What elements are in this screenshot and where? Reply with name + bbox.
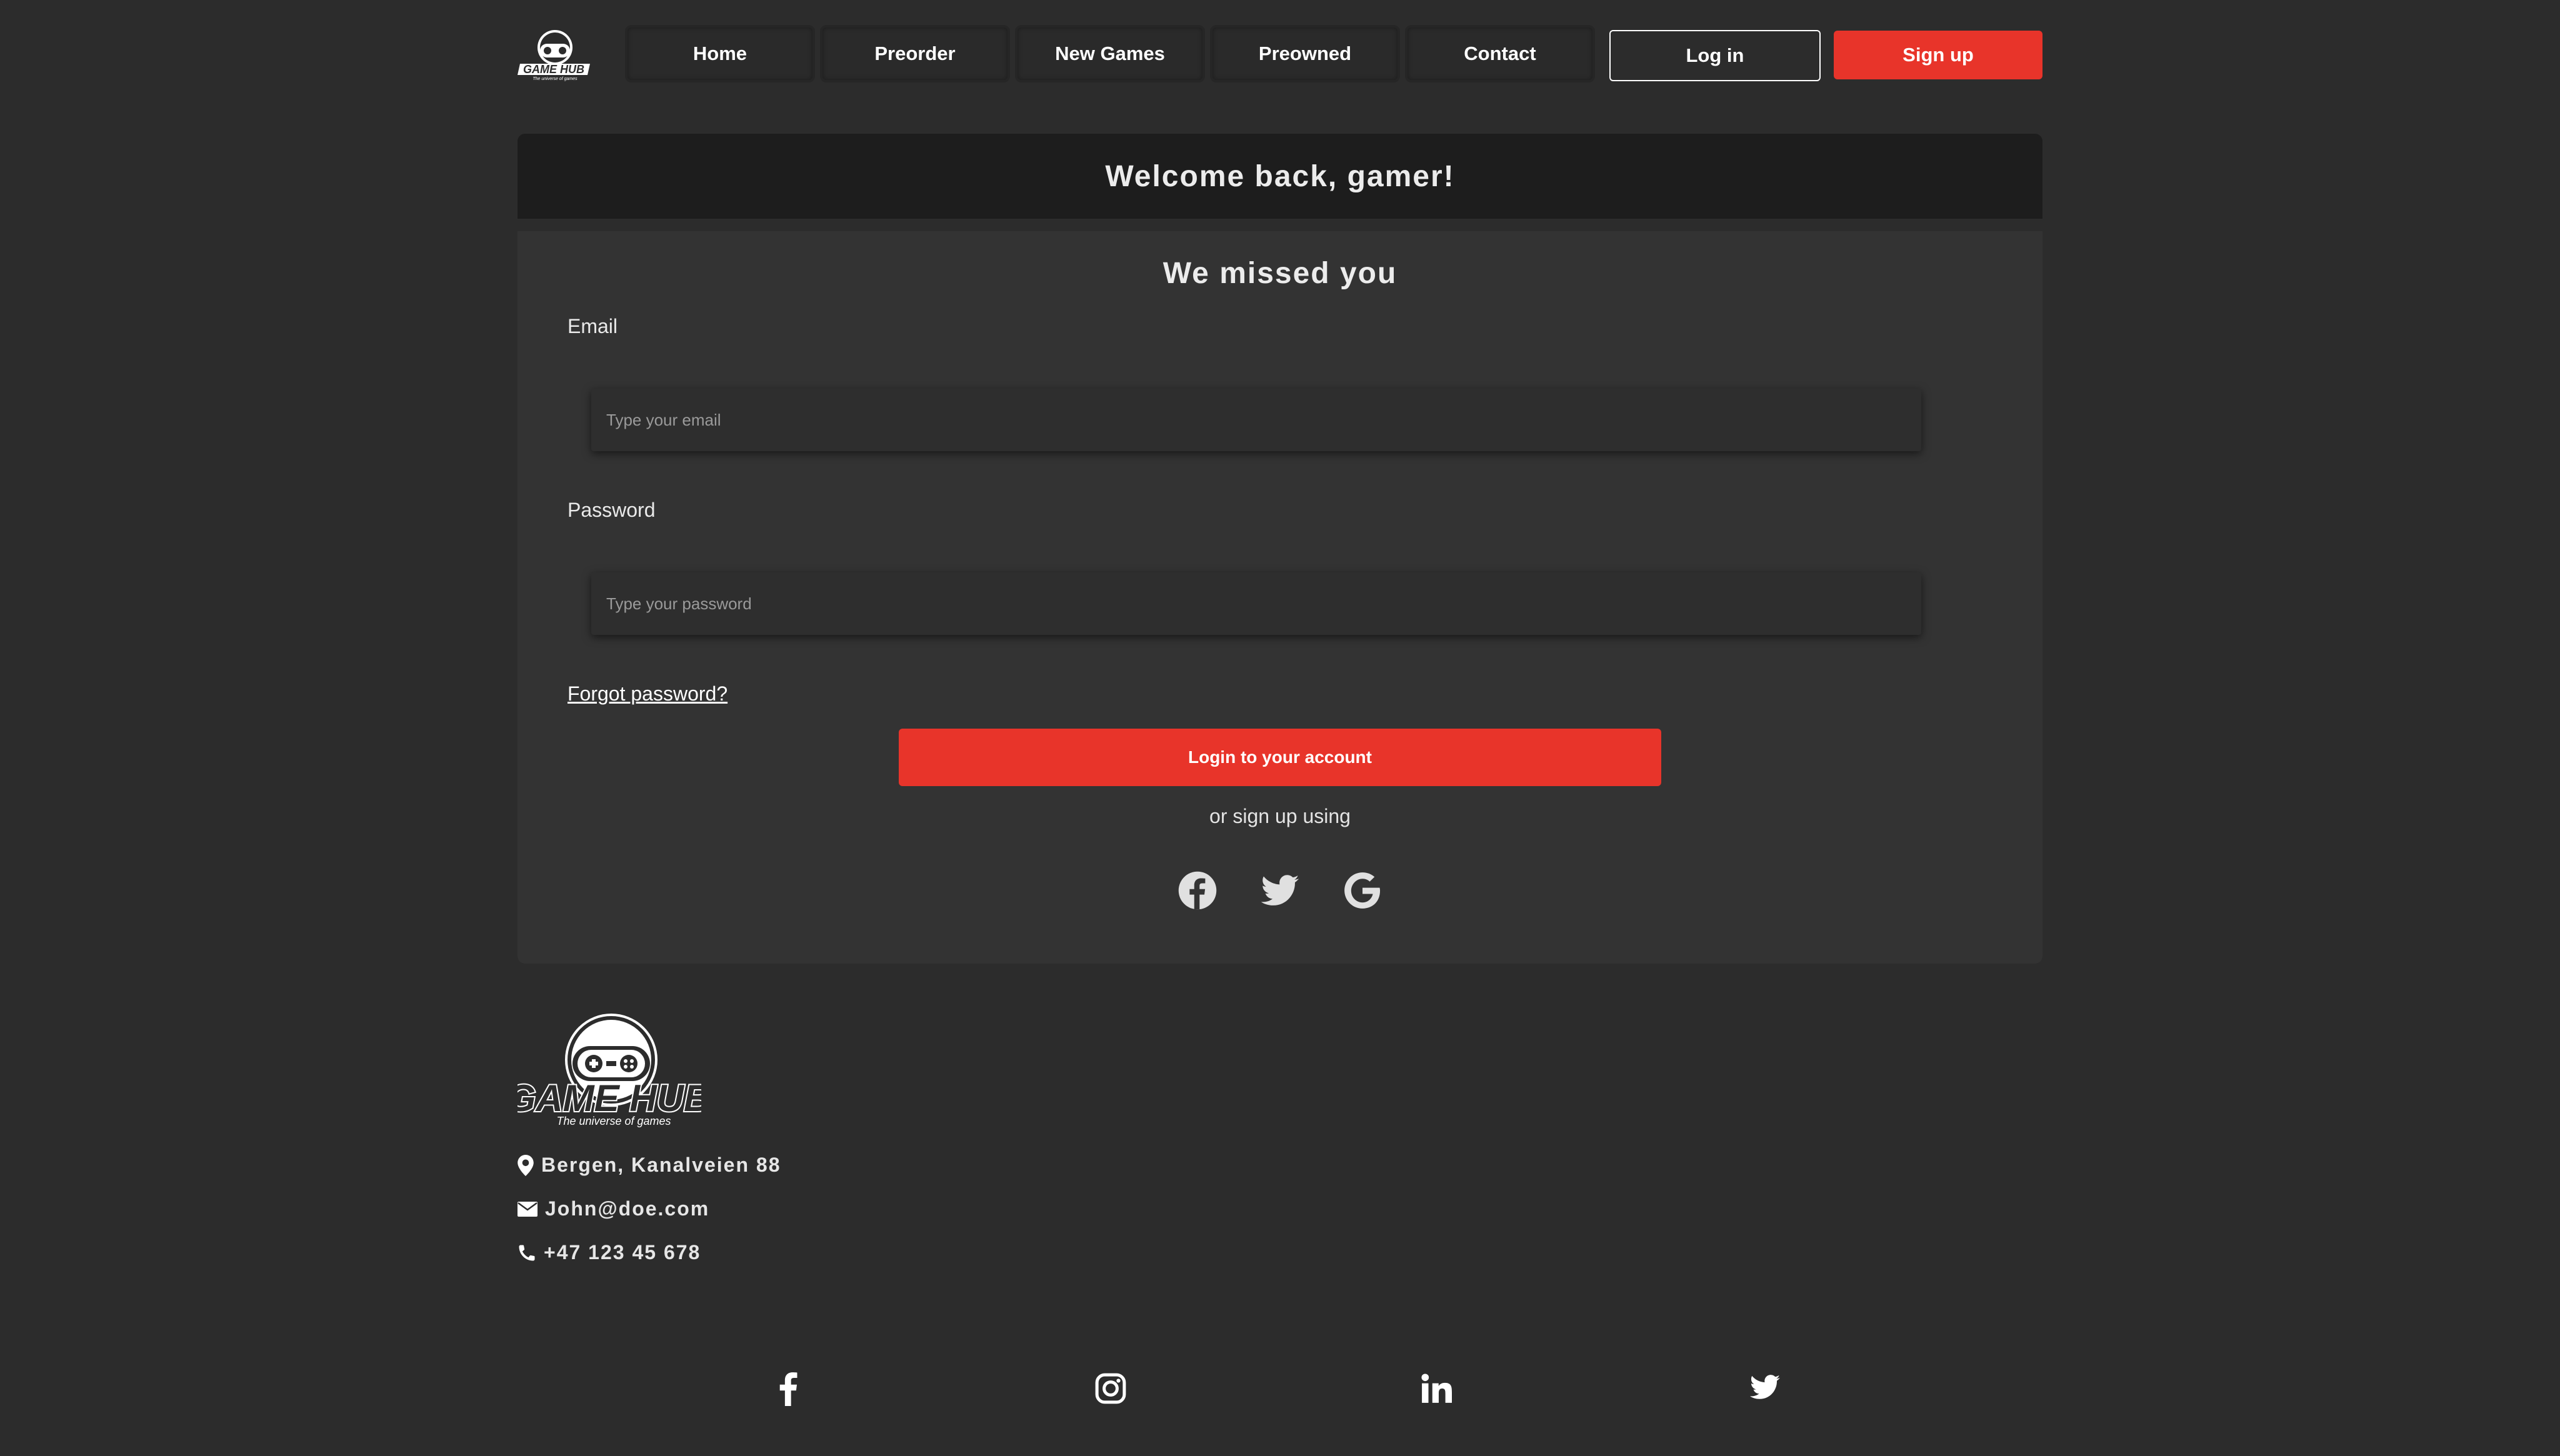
svg-text:The universe of games: The universe of games <box>556 1115 671 1127</box>
footer-facebook-link[interactable] <box>769 1370 807 1407</box>
gamehub-logo-icon: GAME HUB The universe of games <box>506 1014 712 1127</box>
alt-signup-text: or sign up using <box>1209 805 1351 827</box>
site-header: GAME HUB The universe of games Home Preo… <box>518 25 2042 87</box>
page-title: Welcome back, gamer! <box>1105 159 1455 193</box>
svg-text:GAME HUB: GAME HUB <box>518 1077 701 1119</box>
email-text: John@doe.com <box>545 1197 710 1220</box>
map-pin-icon <box>518 1154 534 1176</box>
footer-address: Bergen, Kanalveien 88 <box>518 1154 781 1177</box>
email-label: Email <box>568 315 618 337</box>
instagram-icon <box>1095 1373 1126 1404</box>
twitter-signup-button[interactable] <box>1259 870 1301 911</box>
social-signup <box>518 870 2042 911</box>
svg-text:The universe of games: The universe of games <box>532 77 578 81</box>
forgot-password-link[interactable]: Forgot password? <box>568 682 728 706</box>
footer-twitter-link[interactable] <box>1746 1370 1784 1407</box>
login-card-header: Welcome back, gamer! <box>518 134 2042 219</box>
phone-text: +47 123 45 678 <box>544 1241 701 1264</box>
footer-email[interactable]: John@doe.com <box>518 1197 709 1220</box>
footer-phone[interactable]: +47 123 45 678 <box>518 1241 701 1264</box>
facebook-signup-button[interactable] <box>1177 870 1218 911</box>
password-field[interactable] <box>591 572 1921 635</box>
envelope-icon <box>518 1201 538 1217</box>
footer-logo[interactable]: GAME HUB The universe of games <box>506 1011 712 1127</box>
linkedin-icon <box>1421 1374 1452 1403</box>
email-field[interactable] <box>591 389 1921 451</box>
twitter-icon <box>1750 1375 1780 1399</box>
svg-text:GAME HUB: GAME HUB <box>523 63 584 76</box>
form-subtitle: We missed you <box>1162 257 1398 290</box>
facebook-icon <box>1178 871 1217 910</box>
header-logo[interactable]: GAME HUB The universe of games <box>518 25 592 81</box>
signup-button[interactable]: Sign up <box>1834 31 2042 79</box>
nav-preorder[interactable]: Preorder <box>822 27 1008 80</box>
facebook-icon <box>779 1372 798 1406</box>
login-button[interactable]: Log in <box>1609 30 1821 81</box>
nav-home[interactable]: Home <box>628 27 812 80</box>
footer-instagram-link[interactable] <box>1092 1370 1129 1407</box>
footer-social-links <box>0 1370 2560 1411</box>
main-nav: Home Preorder New Games Preowned Contact <box>628 27 1592 80</box>
login-submit-button[interactable]: Login to your account <box>899 729 1661 786</box>
address-text: Bergen, Kanalveien 88 <box>541 1154 781 1176</box>
gamehub-logo-icon: GAME HUB The universe of games <box>518 30 590 81</box>
google-icon <box>1344 872 1381 909</box>
login-form: We missed you Email Password Forgot pass… <box>518 231 2042 964</box>
password-label: Password <box>568 499 656 521</box>
nav-new-games[interactable]: New Games <box>1018 27 1202 80</box>
google-signup-button[interactable] <box>1342 870 1383 911</box>
nav-preowned[interactable]: Preowned <box>1212 27 1398 80</box>
nav-contact[interactable]: Contact <box>1408 27 1592 80</box>
twitter-icon <box>1261 875 1299 905</box>
phone-icon <box>519 1245 535 1260</box>
footer-linkedin-link[interactable] <box>1418 1370 1455 1407</box>
